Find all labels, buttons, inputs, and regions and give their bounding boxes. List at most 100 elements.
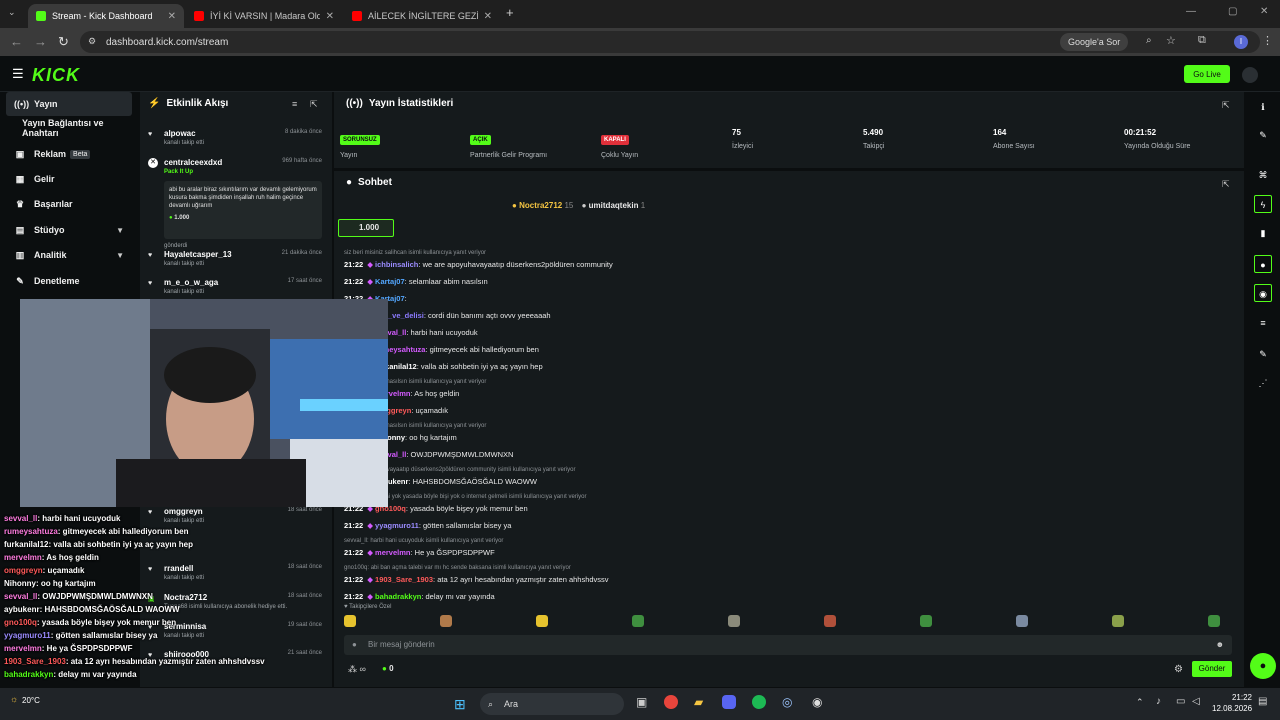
pinned-gift[interactable]: 1.000 — [338, 219, 394, 237]
steam-icon[interactable]: ◎ — [782, 695, 792, 709]
trophy-icon: ♛ — [15, 198, 25, 209]
browser-menu-icon[interactable]: ⋮ — [1262, 34, 1273, 47]
chat-settings-icon[interactable]: ⚙ — [1174, 664, 1183, 675]
emote-icon[interactable] — [1208, 615, 1220, 627]
minimize-icon[interactable]: — — [1186, 6, 1196, 17]
filter-icon[interactable]: ≡ — [292, 99, 297, 109]
activity-item: ✕ centralceexdxd Pack It Up 969 hafta önc… — [148, 158, 326, 249]
windows-start-icon[interactable]: ⊞ — [454, 696, 466, 713]
share-icon[interactable]: ⋰ — [1254, 374, 1272, 392]
emoji-icon[interactable]: ☻ — [1216, 635, 1224, 655]
extensions-icon[interactable]: ⧉ — [1198, 34, 1206, 47]
revenue-icon: ▦ — [15, 173, 25, 184]
help-chat-button[interactable]: ● — [1250, 653, 1276, 679]
gifter-name[interactable]: Noctra2712 — [519, 201, 562, 210]
site-info-icon[interactable]: ⚙ — [88, 36, 96, 47]
spotify-icon[interactable] — [752, 695, 766, 709]
go-live-button[interactable]: Go Live — [1184, 65, 1230, 83]
stack-icon[interactable]: ≡ — [1254, 314, 1272, 332]
activity-time: 8 dakika önce — [284, 129, 322, 135]
popout-icon[interactable]: ⇱ — [1222, 179, 1230, 190]
emote-icon[interactable] — [728, 615, 740, 627]
emote-icon[interactable] — [1016, 615, 1028, 627]
sidebar-item-ads[interactable]: ▣ Reklam Beta — [6, 142, 132, 166]
sidebar-item-studio[interactable]: ▤ Stüdyo ▼ — [6, 218, 132, 242]
hamburger-menu-icon[interactable]: ☰ — [12, 66, 24, 82]
emote-icon[interactable] — [536, 615, 548, 627]
emote-icon[interactable] — [1112, 615, 1124, 627]
emote-icon[interactable] — [920, 615, 932, 627]
popout-icon[interactable]: ⇱ — [1222, 100, 1230, 111]
gift-message-card: abi bu aralar biraz sıkıntılarım var dev… — [164, 181, 322, 239]
forward-icon[interactable]: → — [34, 34, 47, 49]
overlay-chat-line: aybukenr: HAHSBDOMSĞAÖSĞALD WAOWW — [4, 605, 180, 614]
mic-icon[interactable]: ♪ — [1156, 696, 1161, 707]
weather-icon[interactable]: ☼ — [10, 694, 18, 704]
bookmark-star-icon[interactable]: ☆ — [1166, 34, 1176, 47]
gifter-name[interactable]: umitdaqtekin — [589, 201, 639, 210]
send-button[interactable]: Gönder — [1192, 661, 1232, 677]
sidebar-item-stream-key[interactable]: Yayın Bağlantısı ve Anahtarı — [6, 116, 132, 140]
send-label: Gönder — [1198, 664, 1226, 673]
activity-feed-header: ⚡ Etkinlik Akışı — [148, 98, 228, 109]
volume-icon[interactable]: ◁ — [1192, 696, 1200, 707]
overlay-text: : OWJDPWMŞDMWLDMWNXN — [37, 592, 153, 601]
discord-icon[interactable] — [722, 695, 736, 709]
task-view-icon[interactable]: ▣ — [636, 695, 647, 709]
clock[interactable]: 21:22 12.08.2026 — [1212, 692, 1252, 714]
new-tab-icon[interactable]: + — [506, 5, 514, 20]
clipboard-icon[interactable]: ▮ — [1254, 224, 1272, 242]
back-icon[interactable]: ← — [10, 34, 23, 49]
kick-name: Pack It Up — [164, 169, 194, 175]
profile-avatar[interactable]: I — [1234, 35, 1248, 49]
close-window-icon[interactable]: ✕ — [1260, 6, 1268, 17]
sidebar-item-moderation[interactable]: ✎ Denetleme — [6, 269, 132, 293]
notification-icon[interactable]: ▤ — [1258, 696, 1267, 707]
chat-username[interactable]: Kartaj07 — [375, 277, 405, 286]
sidebar-item-achievements[interactable]: ♛ Başarılar — [6, 192, 132, 216]
close-tab-icon[interactable]: ✕ — [484, 11, 492, 22]
edit-icon[interactable]: ✎ — [1254, 126, 1272, 144]
taskbar-search[interactable]: ⌕ Ara — [480, 693, 624, 715]
network-icon[interactable]: ▭ — [1176, 696, 1185, 707]
zoom-icon[interactable]: ⌕ — [1146, 35, 1152, 46]
close-tab-icon[interactable]: ✕ — [168, 11, 176, 22]
beta-badge: Beta — [70, 149, 91, 159]
tab-youtube-1[interactable]: İYİ Kİ VARSIN | Madara Olduk # ✕ — [186, 4, 342, 28]
activity-desc: kanalı takip etti — [164, 289, 205, 295]
gamepad-icon[interactable]: ⌘ — [1254, 166, 1272, 184]
overlay-username: mervelmn — [4, 644, 42, 653]
chat-username[interactable]: ichbinsalich — [375, 260, 418, 269]
tab-kick-dashboard[interactable]: Stream - Kick Dashboard ✕ — [28, 4, 184, 28]
sidebar-item-stream[interactable]: ((•)) Yayın — [6, 92, 132, 116]
overlay-text: : As hoş geldin — [41, 553, 99, 562]
chat-bubble-icon[interactable]: ● — [1254, 255, 1272, 273]
kick-logo[interactable]: KICK — [32, 65, 80, 86]
obs-icon[interactable]: ◉ — [812, 695, 822, 709]
broadcast-rail-icon[interactable]: ◉ — [1254, 284, 1272, 302]
wrench-rail-icon[interactable]: ✎ — [1254, 345, 1272, 363]
info-icon[interactable]: ℹ — [1254, 98, 1272, 116]
emote-icon[interactable] — [440, 615, 452, 627]
address-bar[interactable]: ⚙ dashboard.kick.com/stream Google'a Sor… — [80, 31, 1260, 53]
close-tab-icon[interactable]: ✕ — [326, 11, 334, 22]
chat-input[interactable]: ● Bir mesaj gönderin ☻ — [344, 635, 1232, 655]
sidebar-item-analytics[interactable]: ▥ Analitik ▼ — [6, 243, 132, 267]
chat-text: ata 12 ayrı hesabından yazmıştır zaten a… — [437, 575, 609, 584]
reload-icon[interactable]: ↻ — [58, 34, 69, 50]
tab-youtube-2[interactable]: AİLECEK İNGİLTERE GEZİSİ VLO ✕ — [344, 4, 500, 28]
sidebar-item-revenue[interactable]: ▦ Gelir — [6, 167, 132, 191]
overlay-username: sevval_ll — [4, 514, 38, 523]
google-ask-button[interactable]: Google'a Sor — [1060, 33, 1129, 51]
emote-icon[interactable] — [632, 615, 644, 627]
file-explorer-icon[interactable]: ▰ — [694, 695, 703, 709]
overlay-text: : uçamadık — [42, 566, 85, 575]
user-avatar[interactable] — [1242, 67, 1258, 83]
tab-list-icon[interactable]: ⌄ — [8, 7, 16, 18]
popout-icon[interactable]: ⇱ — [310, 99, 318, 110]
emote-icon[interactable] — [824, 615, 836, 627]
maximize-icon[interactable]: ▢ — [1228, 6, 1237, 17]
chrome-icon[interactable] — [664, 695, 678, 709]
tray-chevron-icon[interactable]: ⌃ — [1136, 697, 1144, 708]
lightning-icon[interactable]: ϟ — [1254, 195, 1272, 213]
